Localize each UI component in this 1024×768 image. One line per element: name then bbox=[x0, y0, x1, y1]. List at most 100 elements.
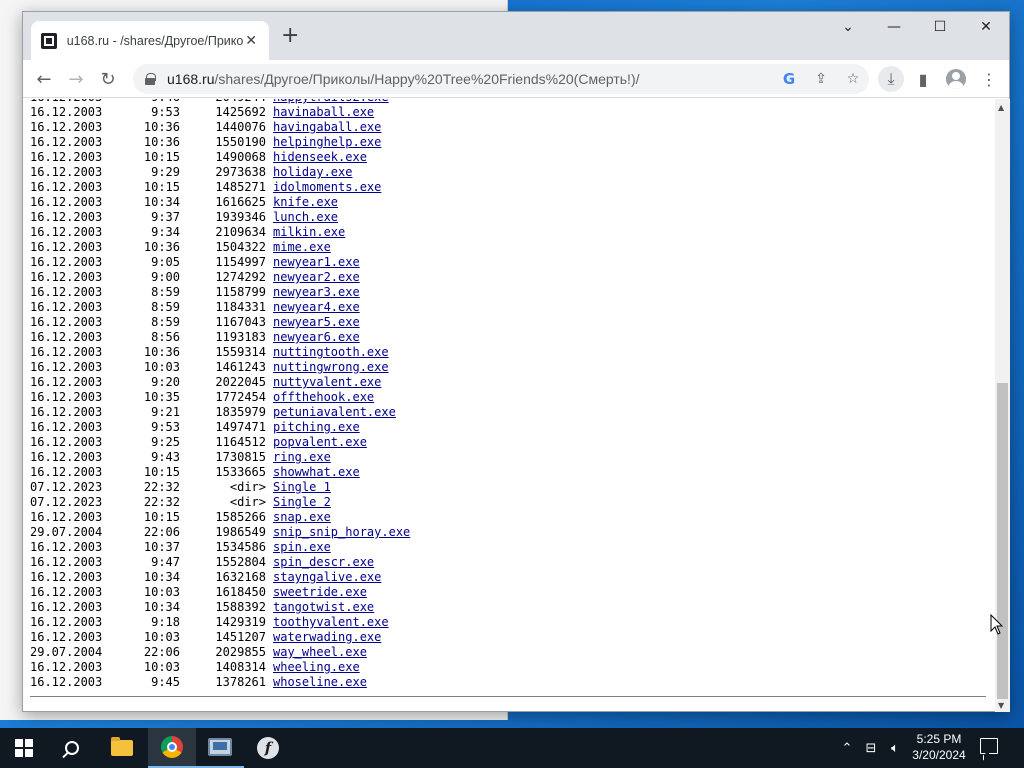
file-link[interactable]: pitching.exe bbox=[273, 420, 360, 435]
file-link[interactable]: snap.exe bbox=[273, 510, 331, 525]
file-link[interactable]: knife.exe bbox=[273, 195, 338, 210]
new-tab-button[interactable]: + bbox=[281, 25, 299, 47]
file-link[interactable]: nuttingwrong.exe bbox=[273, 360, 389, 375]
file-link[interactable]: petuniavalent.exe bbox=[273, 405, 396, 420]
file-link[interactable]: snip_snip_horay.exe bbox=[273, 525, 410, 540]
file-link[interactable]: nuttyvalent.exe bbox=[273, 375, 381, 390]
file-link[interactable]: waterwading.exe bbox=[273, 630, 381, 645]
file-time: 22:06 bbox=[143, 645, 180, 659]
file-link[interactable]: havingaball.exe bbox=[273, 120, 381, 135]
file-link[interactable]: holiday.exe bbox=[273, 165, 352, 180]
search-button[interactable] bbox=[48, 728, 96, 768]
side-panel-icon[interactable]: ▮ bbox=[910, 66, 936, 92]
file-link[interactable]: way_wheel.exe bbox=[273, 645, 367, 660]
forward-icon[interactable]: → bbox=[63, 66, 89, 92]
file-time: 9:00 bbox=[151, 270, 180, 284]
clock[interactable]: 5:25 PM 3/20/2024 bbox=[904, 731, 974, 763]
file-link[interactable]: newyear6.exe bbox=[273, 330, 360, 345]
network-icon[interactable]: ⊟ bbox=[860, 728, 882, 768]
scroll-up-icon[interactable]: ▲ bbox=[998, 103, 1004, 112]
lock-icon[interactable] bbox=[145, 73, 156, 85]
taskbar-remote-desktop[interactable] bbox=[196, 728, 244, 768]
file-link[interactable]: newyear1.exe bbox=[273, 255, 360, 270]
listing-row: 16.12.2003 8:56 1193183 newyear6.exe bbox=[30, 330, 410, 345]
clock-time: 5:25 PM bbox=[916, 732, 962, 746]
scroll-down-icon[interactable]: ▼ bbox=[998, 701, 1004, 710]
tab-title: u168.ru - /shares/Другое/Прико bbox=[66, 33, 244, 48]
minimize-button[interactable]: — bbox=[871, 12, 917, 42]
file-link[interactable]: stayngalive.exe bbox=[273, 570, 381, 585]
google-translate-icon[interactable]: G bbox=[779, 69, 799, 89]
listing-row: 07.12.2023 22:32 <dir> Single 1 bbox=[30, 480, 410, 495]
reload-icon[interactable]: ↻ bbox=[95, 66, 121, 92]
file-link[interactable]: helpinghelp.exe bbox=[273, 135, 381, 150]
file-date: 16.12.2003 bbox=[30, 390, 103, 404]
file-time: 9:21 bbox=[151, 405, 180, 419]
file-link[interactable]: sweetride.exe bbox=[273, 585, 367, 600]
file-link[interactable]: ring.exe bbox=[273, 450, 331, 465]
tab-search-icon[interactable]: ⌄ bbox=[825, 12, 871, 42]
chrome-icon bbox=[161, 736, 183, 758]
url-text: u168.ru/shares/Другое/Приколы/Happy%20Tr… bbox=[167, 71, 640, 87]
browser-tab[interactable]: u168.ru - /shares/Другое/Прико ✕ bbox=[31, 21, 269, 60]
file-link[interactable]: spin.exe bbox=[273, 540, 331, 555]
file-time: 9:34 bbox=[151, 225, 180, 239]
start-button[interactable] bbox=[0, 728, 48, 768]
file-link[interactable]: idolmoments.exe bbox=[273, 180, 381, 195]
taskbar: f ⌃ ⊟ 🔈︎ 5:25 PM 3/20/2024 bbox=[0, 728, 1024, 768]
file-link[interactable]: milkin.exe bbox=[273, 225, 345, 240]
file-link[interactable]: Single 1 bbox=[273, 480, 331, 495]
file-time: 9:18 bbox=[151, 615, 180, 629]
show-hidden-icons-chevron-icon[interactable]: ⌃ bbox=[838, 728, 856, 768]
listing-row: 16.12.2003 9:20 2022045 nuttyvalent.exe bbox=[30, 375, 410, 390]
share-icon[interactable]: ⇪ bbox=[811, 69, 831, 89]
listing-row: 16.12.2003 10:03 1461243 nuttingwrong.exe bbox=[30, 360, 410, 375]
file-link[interactable]: newyear2.exe bbox=[273, 270, 360, 285]
file-link[interactable]: mime.exe bbox=[273, 240, 331, 255]
menu-kebab-icon[interactable]: ⋮ bbox=[976, 66, 1002, 92]
close-button[interactable]: ✕ bbox=[963, 12, 1009, 42]
taskbar-flash-app[interactable]: f bbox=[244, 728, 292, 768]
file-link[interactable]: newyear3.exe bbox=[273, 285, 360, 300]
file-link[interactable]: havinaball.exe bbox=[273, 105, 374, 120]
notifications-icon[interactable] bbox=[980, 738, 998, 754]
file-size: 1772454 bbox=[215, 390, 266, 404]
file-link[interactable]: nuttingtooth.exe bbox=[273, 345, 389, 360]
file-link[interactable]: spin_descr.exe bbox=[273, 555, 374, 570]
file-link[interactable]: popvalent.exe bbox=[273, 435, 367, 450]
file-size: <dir> bbox=[229, 495, 266, 509]
file-size: 1632168 bbox=[215, 570, 266, 584]
file-link[interactable]: lunch.exe bbox=[273, 210, 338, 225]
scrollbar-thumb[interactable] bbox=[997, 383, 1008, 699]
file-link[interactable]: newyear5.exe bbox=[273, 315, 360, 330]
volume-muted-icon[interactable]: 🔈︎ bbox=[884, 728, 906, 768]
file-time: 10:03 bbox=[143, 630, 180, 644]
file-link[interactable]: tangotwist.exe bbox=[273, 600, 374, 615]
maximize-button[interactable]: ☐ bbox=[917, 12, 963, 42]
listing-row: 16.12.2003 10:36 1440076 havingaball.exe bbox=[30, 120, 410, 135]
monitor-icon bbox=[208, 738, 232, 756]
file-link[interactable]: offthehook.exe bbox=[273, 390, 374, 405]
taskbar-file-explorer[interactable] bbox=[98, 728, 146, 768]
file-size: 1552804 bbox=[215, 555, 266, 569]
download-icon[interactable]: ⤓ bbox=[878, 66, 904, 92]
back-icon[interactable]: ← bbox=[31, 66, 57, 92]
file-size: 1274292 bbox=[215, 270, 266, 284]
listing-row: 16.12.2003 9:25 1164512 popvalent.exe bbox=[30, 435, 410, 450]
profile-icon[interactable] bbox=[943, 66, 969, 92]
tab-close-icon[interactable]: ✕ bbox=[243, 33, 259, 49]
listing-row: 16.12.2003 9:21 1835979 petuniavalent.exe bbox=[30, 405, 410, 420]
search-icon bbox=[65, 741, 79, 755]
bookmark-star-icon[interactable]: ☆ bbox=[843, 69, 863, 89]
file-link[interactable]: newyear4.exe bbox=[273, 300, 360, 315]
file-date: 16.12.2003 bbox=[30, 195, 103, 209]
taskbar-chrome[interactable] bbox=[148, 728, 196, 768]
file-link[interactable]: hidenseek.exe bbox=[273, 150, 367, 165]
file-link[interactable]: Single 2 bbox=[273, 495, 331, 510]
address-bar[interactable]: u168.ru/shares/Другое/Приколы/Happy%20Tr… bbox=[133, 64, 869, 94]
file-link[interactable]: toothyvalent.exe bbox=[273, 615, 389, 630]
file-size: 1461243 bbox=[215, 360, 266, 374]
file-link[interactable]: wheeling.exe bbox=[273, 660, 360, 675]
file-link[interactable]: whoseline.exe bbox=[273, 675, 367, 690]
file-link[interactable]: showwhat.exe bbox=[273, 465, 360, 480]
